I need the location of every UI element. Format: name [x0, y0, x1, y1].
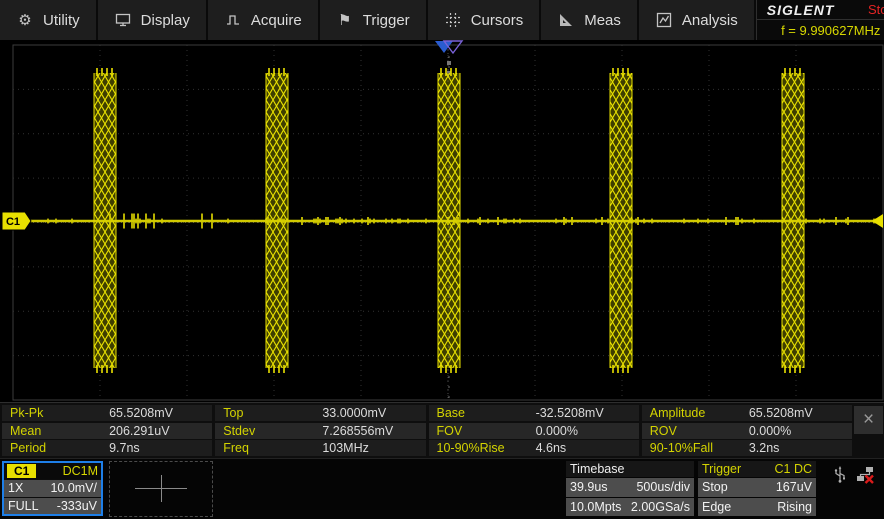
menu-meas-label: Meas: [584, 11, 621, 29]
timebase-descriptor[interactable]: Timebase 39.9us 500us/div 10.0Mpts 2.00GSa…: [566, 461, 694, 516]
trigger-type: Edge: [702, 499, 732, 514]
measurement-panel-close-button[interactable]: ×: [854, 406, 883, 434]
brand-logo: SIGLENT: [766, 1, 835, 18]
flag-icon: ⚑: [337, 11, 352, 29]
menu-display-label: Display: [140, 11, 190, 29]
oscilloscope-screen: ⚙ Utility Display Acquire ⚑ Trigger Curs…: [0, 0, 884, 519]
meas-rov: ROV 0.000%: [641, 422, 852, 439]
pulse-icon: [224, 12, 242, 29]
io-status-icons: [833, 466, 874, 487]
timebase-title: Timebase: [570, 462, 625, 476]
meas-mean: Mean 206.291uV: [2, 422, 213, 439]
channel-descriptor-c1[interactable]: C1 DC1M 1X 10.0mV/ FULL -333uV: [2, 461, 103, 516]
menu-cursors[interactable]: Cursors: [427, 0, 542, 40]
meas-freq: Freq 103MHz: [215, 440, 426, 456]
meas-rise: 10-90%Rise 4.6ns: [428, 440, 639, 456]
meas-period: Period 9.7ns: [2, 440, 213, 456]
channel-coupling: DC1M: [62, 464, 98, 478]
trigger-delay-marker[interactable]: [435, 40, 464, 55]
menu-analysis[interactable]: Analysis: [638, 0, 756, 40]
menu-trigger-label: Trigger: [362, 11, 410, 29]
channel-offset: -333uV: [56, 498, 97, 513]
crosshatch-icon: [444, 12, 462, 29]
trigger-level: 167uV: [775, 480, 812, 495]
menu-acquire-label: Acquire: [250, 11, 302, 29]
lan-disconnected-icon: [856, 466, 874, 487]
menu-bar: ⚙ Utility Display Acquire ⚑ Trigger Curs…: [0, 0, 884, 40]
trigger-descriptor[interactable]: Trigger C1 DC Stop 167uV Edge Rising: [698, 461, 816, 516]
meas-base: Base -32.5208mV: [428, 405, 639, 421]
meas-stdev: Stdev 7.268556mV: [215, 422, 426, 439]
channel-scale: 10.0mV/: [50, 481, 97, 496]
plus-icon: [161, 475, 162, 502]
meas-fov: FOV 0.000%: [428, 422, 639, 439]
meas-pkpk: Pk-Pk 65.5208mV: [2, 405, 213, 421]
meas-fall: 90-10%Fall 3.2ns: [641, 440, 852, 456]
timebase-rate: 2.00GSa/s: [630, 499, 690, 514]
waveform-display-area[interactable]: C1: [0, 40, 884, 402]
timebase-scale: 500us/div: [636, 480, 690, 495]
menu-analysis-label: Analysis: [681, 11, 738, 29]
menu-acquire[interactable]: Acquire: [207, 0, 320, 40]
channel-offset-marker[interactable]: C1: [1, 211, 32, 231]
trigger-status: Stop: [702, 480, 728, 495]
svg-text:C1: C1: [6, 216, 20, 228]
timebase-points: 10.0Mpts: [570, 499, 622, 514]
channel-bandwidth: FULL: [8, 498, 39, 513]
menu-utility[interactable]: ⚙ Utility: [0, 0, 98, 40]
channel-probe: 1X: [8, 481, 24, 496]
brand-status-box: SIGLENT Stop f = 9.990627MHz: [755, 0, 884, 40]
chart-box-icon: [655, 12, 673, 29]
trigger-title: Trigger: [702, 462, 742, 476]
add-channel-button[interactable]: [109, 461, 213, 517]
menu-cursors-label: Cursors: [470, 11, 524, 29]
acquisition-status: Stop: [868, 2, 884, 17]
menu-display[interactable]: Display: [97, 0, 208, 40]
meas-amplitude: Amplitude 65.5208mV: [641, 405, 852, 421]
channel-badge: C1: [7, 464, 37, 478]
measurement-panel: Pk-Pk 65.5208mV Top 33.0000mV Base -32.5208…: [0, 402, 884, 458]
trigger-source-coupling: C1 DC: [774, 462, 812, 476]
menu-meas[interactable]: Meas: [541, 0, 639, 40]
set-square-icon: [557, 12, 575, 29]
monitor-icon: [114, 12, 132, 29]
menu-trigger[interactable]: ⚑ Trigger: [319, 0, 428, 40]
frequency-counter: f = 9.990627MHz: [781, 22, 881, 38]
menu-utility-label: Utility: [43, 11, 80, 29]
timebase-delay: 39.9us: [570, 480, 608, 495]
status-bar: C1 DC1M 1X 10.0mV/ FULL -333uV Timebase 39…: [0, 458, 884, 519]
waveform-svg[interactable]: C1: [0, 40, 884, 402]
trigger-slope: Rising: [777, 499, 812, 514]
trigger-level-marker[interactable]: [872, 214, 883, 228]
gear-icon: ⚙: [18, 11, 32, 29]
usb-icon: [833, 466, 847, 487]
meas-top: Top 33.0000mV: [215, 405, 426, 421]
